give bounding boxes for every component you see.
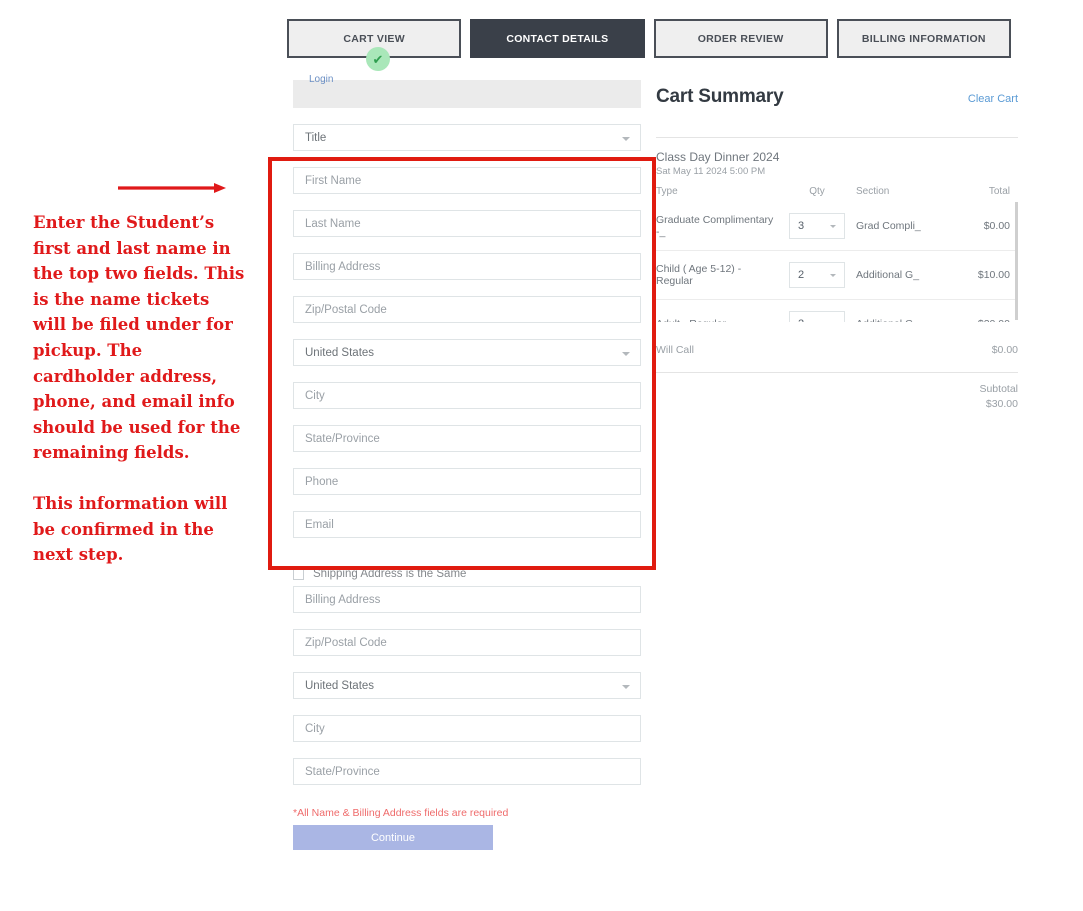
subtotal-value: $30.00: [985, 398, 1018, 410]
city-placeholder: City: [305, 389, 325, 402]
shipping-same-label: Shipping Address is the Same: [313, 568, 467, 580]
quantity-value: 2: [798, 269, 805, 281]
shipping-city-input[interactable]: City: [293, 715, 641, 742]
phone-input[interactable]: Phone: [293, 468, 641, 495]
cart-table-header: Type Qty Section Total: [656, 186, 1018, 201]
zip-input[interactable]: Zip/Postal Code: [293, 296, 641, 323]
first-name-input[interactable]: First Name: [293, 167, 641, 194]
billing-address-placeholder: Billing Address: [305, 260, 381, 273]
tab-order-review-label: ORDER REVIEW: [697, 32, 784, 45]
shipping-same-checkbox[interactable]: [293, 568, 304, 580]
title-select-value: Title: [305, 131, 327, 144]
annotation-paragraph-1: Enter the Student’s first and last name …: [33, 213, 245, 463]
billing-address-input[interactable]: Billing Address: [293, 253, 641, 280]
tab-contact-details-label: CONTACT DETAILS: [506, 32, 609, 45]
tab-billing-information-label: BILLING INFORMATION: [861, 32, 986, 45]
country-select-value: United States: [305, 346, 375, 359]
shipping-zip-placeholder: Zip/Postal Code: [305, 636, 387, 649]
tab-contact-details[interactable]: CONTACT DETAILS: [470, 19, 645, 58]
row-total: $10.00: [977, 269, 1010, 281]
last-name-placeholder: Last Name: [305, 217, 361, 230]
row-total: $0.00: [983, 219, 1010, 232]
row-type: Child ( Age 5-12) - Regular: [656, 263, 742, 287]
shipping-address-placeholder: Billing Address: [305, 593, 381, 606]
cart-table-scrollbar[interactable]: [1015, 202, 1018, 320]
column-header-type: Type: [656, 186, 678, 197]
annotation-arrow-icon: [118, 183, 226, 193]
email-placeholder: Email: [305, 518, 334, 531]
shipping-same-row[interactable]: Shipping Address is the Same: [293, 568, 641, 580]
tab-billing-information[interactable]: BILLING INFORMATION: [836, 19, 1011, 58]
quantity-select[interactable]: 3: [789, 212, 845, 239]
subtotal-divider: [656, 372, 1018, 373]
quantity-value: 2: [798, 318, 804, 322]
shipping-country-select[interactable]: United States: [293, 672, 641, 699]
last-name-input[interactable]: Last Name: [293, 210, 641, 237]
state-placeholder: State/Province: [305, 432, 380, 445]
cart-divider: [656, 137, 1018, 138]
column-header-qty: Qty: [809, 186, 825, 197]
login-bar: Login: [293, 74, 641, 108]
tab-order-review[interactable]: ORDER REVIEW: [653, 19, 828, 58]
zip-placeholder: Zip/Postal Code: [305, 303, 387, 316]
table-row: Child ( Age 5-12) - Regular 2 Additional…: [656, 250, 1018, 299]
shipping-state-placeholder: State/Province: [305, 765, 380, 778]
checkout-steps: CART VIEW CONTACT DETAILS ORDER REVIEW B…: [287, 19, 1011, 58]
row-qty-cell: 2: [778, 311, 856, 322]
quantity-select[interactable]: 2: [789, 262, 845, 288]
shipping-country-value: United States: [305, 679, 375, 692]
event-name: Class Day Dinner 2024: [656, 150, 780, 164]
subtotal-block: Subtotal $30.00: [656, 382, 1018, 412]
row-total: $20.00: [948, 318, 1010, 322]
clear-cart-link[interactable]: Clear Cart: [968, 93, 1018, 105]
annotation-paragraph-2: This information will be confirmed in th…: [33, 493, 228, 565]
subtotal-label: Subtotal: [979, 383, 1018, 395]
check-glyph: ✔: [372, 51, 384, 67]
row-section: Additional G_: [856, 269, 920, 281]
table-row: Adult - Regular 2 Additional G_ $20.00: [656, 299, 1018, 322]
state-input[interactable]: State/Province: [293, 425, 641, 452]
shipping-state-input[interactable]: State/Province: [293, 758, 641, 785]
annotation-text: Enter the Student’s first and last name …: [33, 210, 248, 568]
will-call-label: Will Call: [656, 344, 694, 356]
row-qty-cell: 3: [778, 212, 856, 239]
login-link[interactable]: Login: [309, 74, 333, 86]
cart-table-body: Graduate Complimentary -_ 3 Grad Compli_…: [656, 201, 1018, 322]
shipping-zip-input[interactable]: Zip/Postal Code: [293, 629, 641, 656]
country-select[interactable]: United States: [293, 339, 641, 366]
required-fields-note: *All Name & Billing Address fields are r…: [293, 807, 509, 819]
row-section: Additional G_: [856, 318, 948, 322]
cart-items-table: Type Qty Section Total Graduate Complime…: [656, 186, 1018, 322]
cart-summary-title: Cart Summary: [656, 86, 784, 107]
event-date: Sat May 11 2024 5:00 PM: [656, 166, 766, 177]
continue-button[interactable]: Continue: [293, 825, 493, 850]
table-row: Graduate Complimentary -_ 3 Grad Compli_…: [656, 201, 1018, 250]
city-input[interactable]: City: [293, 382, 641, 409]
row-type: Adult - Regular: [656, 318, 778, 322]
row-type: Graduate Complimentary -_: [656, 213, 774, 238]
email-input[interactable]: Email: [293, 511, 641, 538]
quantity-value: 3: [798, 219, 805, 232]
column-header-section: Section: [856, 186, 890, 197]
tab-cart-view-label: CART VIEW: [343, 32, 405, 45]
cart-summary-header: Cart Summary Clear Cart: [656, 86, 1018, 108]
cart-summary-panel: Cart Summary Clear Cart Class Day Dinner…: [656, 86, 1018, 412]
first-name-placeholder: First Name: [305, 174, 362, 187]
row-qty-cell: 2: [778, 262, 856, 288]
will-call-total: $0.00: [991, 344, 1018, 356]
title-select[interactable]: Title: [293, 124, 641, 151]
shipping-city-placeholder: City: [305, 722, 325, 735]
check-icon: ✔: [366, 47, 390, 71]
shipping-address-input[interactable]: Billing Address: [293, 586, 641, 613]
row-section: Grad Compli_: [856, 219, 921, 232]
column-header-total: Total: [988, 186, 1010, 197]
contact-details-form: Login Title First Name Last Name Billing…: [293, 74, 641, 850]
will-call-row: Will Call $0.00: [656, 344, 1018, 356]
phone-placeholder: Phone: [305, 475, 339, 488]
quantity-select[interactable]: 2: [789, 311, 845, 322]
